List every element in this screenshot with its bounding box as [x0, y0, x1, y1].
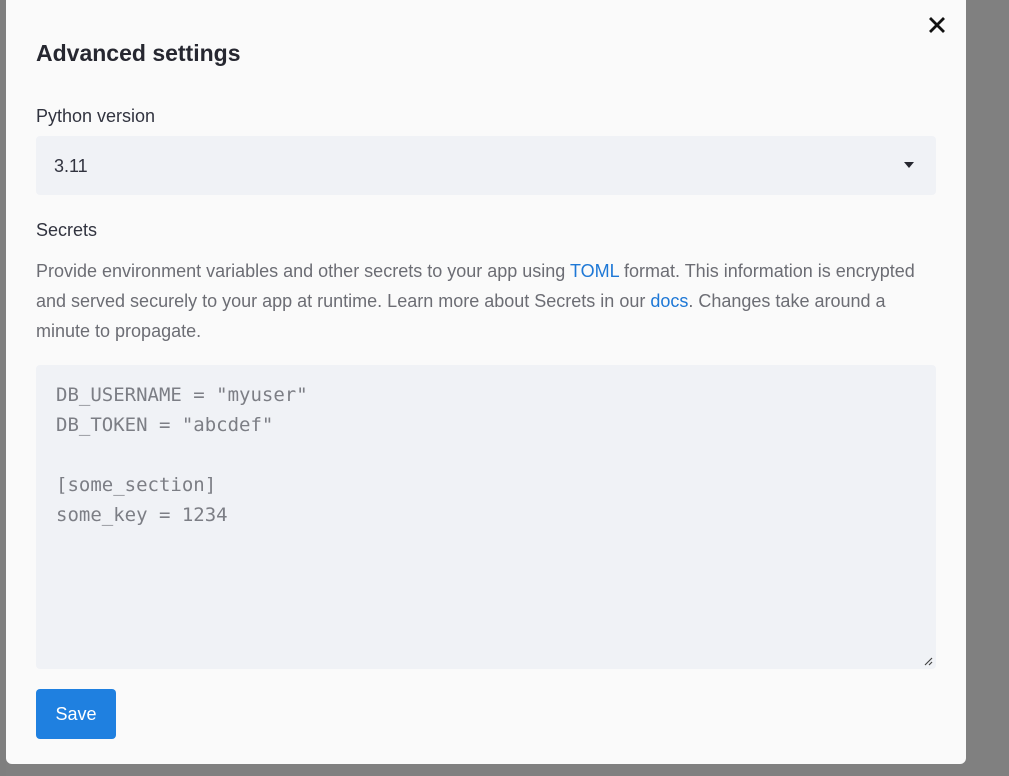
placeholder-line: DB_TOKEN = "abcdef": [56, 414, 274, 436]
placeholder-line: [some_section]: [56, 474, 217, 496]
caret-down-icon: [904, 162, 914, 168]
secrets-label: Secrets: [36, 220, 98, 240]
close-icon: [929, 17, 945, 33]
toml-link[interactable]: TOML: [570, 261, 619, 281]
placeholder-line: some_key = 1234: [56, 504, 228, 526]
placeholder-line: [56, 440, 916, 470]
secrets-desc-text-1: Provide environment variables and other …: [36, 261, 570, 281]
secrets-description: Provide environment variables and other …: [36, 256, 936, 346]
resize-handle-icon[interactable]: [923, 656, 933, 666]
python-version-label: Python version: [36, 106, 156, 126]
python-version-value: 3.11: [54, 156, 88, 176]
dialog-title: Advanced settings: [36, 40, 241, 66]
save-button[interactable]: Save: [36, 689, 116, 739]
advanced-settings-dialog: Advanced settings Python version 3.11 Se…: [6, 0, 966, 764]
secrets-textarea[interactable]: DB_USERNAME = "myuser" DB_TOKEN = "abcde…: [36, 365, 936, 669]
close-button[interactable]: [926, 14, 948, 36]
python-version-select[interactable]: 3.11: [36, 136, 936, 195]
placeholder-line: DB_USERNAME = "myuser": [56, 384, 308, 406]
docs-link[interactable]: docs: [650, 291, 688, 311]
